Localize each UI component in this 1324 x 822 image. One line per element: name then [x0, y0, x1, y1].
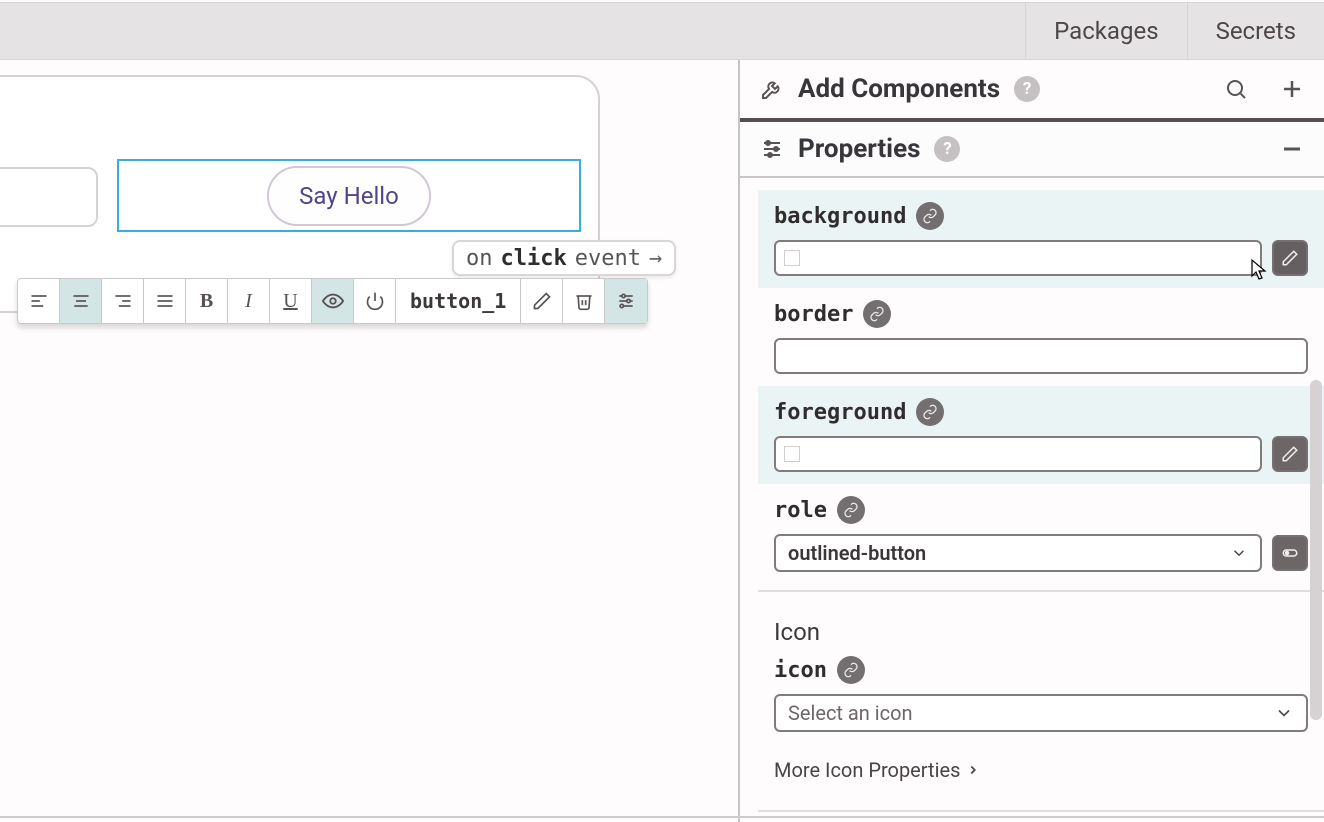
- icon-placeholder: Select an icon: [788, 701, 913, 725]
- align-center-button[interactable]: [60, 279, 102, 323]
- foreground-picker-button[interactable]: [1272, 436, 1308, 472]
- prop-foreground-label: foreground: [774, 400, 906, 425]
- wrench-icon: [760, 77, 784, 101]
- align-justify-button[interactable]: [144, 279, 186, 323]
- underline-button[interactable]: U: [270, 279, 312, 323]
- link-icon[interactable]: [863, 300, 891, 328]
- edit-button[interactable]: [521, 279, 563, 323]
- collapse-icon[interactable]: [1280, 137, 1304, 161]
- link-icon[interactable]: [916, 202, 944, 230]
- tab-secrets[interactable]: Secrets: [1187, 3, 1324, 59]
- bottom-divider: [0, 816, 1324, 818]
- plus-icon[interactable]: [1280, 77, 1304, 101]
- event-badge[interactable]: on click event →: [452, 240, 676, 276]
- event-name: click: [501, 246, 567, 271]
- prop-background: background: [758, 190, 1324, 288]
- scrollbar[interactable]: [1310, 380, 1322, 720]
- say-hello-button[interactable]: Say Hello: [267, 166, 431, 226]
- interaction-heading: Interaction: [758, 818, 1324, 822]
- arrow-right-icon: →: [649, 246, 662, 271]
- role-toggle-button[interactable]: [1272, 535, 1308, 571]
- design-canvas[interactable]: Say Hello on click event → B I U button_…: [0, 60, 738, 816]
- foreground-input[interactable]: [774, 436, 1262, 472]
- floating-toolbar: B I U button_1: [17, 278, 648, 324]
- prop-background-label: background: [774, 204, 906, 229]
- color-swatch: [784, 250, 800, 266]
- chevron-down-icon: [1274, 703, 1294, 723]
- prop-border-label: border: [774, 302, 853, 327]
- icon-section-heading: Icon: [758, 598, 1324, 652]
- divider: [758, 810, 1324, 812]
- prop-role-label: role: [774, 498, 827, 523]
- add-components-title: Add Components: [798, 74, 1000, 104]
- background-picker-button[interactable]: [1272, 240, 1308, 276]
- link-icon[interactable]: [837, 656, 865, 684]
- search-icon[interactable]: [1224, 77, 1248, 101]
- link-icon[interactable]: [837, 496, 865, 524]
- tab-packages[interactable]: Packages: [1025, 3, 1186, 59]
- chevron-right-icon: [966, 763, 980, 777]
- text-input-component[interactable]: [0, 167, 98, 227]
- role-value: outlined-button: [788, 541, 926, 565]
- background-input[interactable]: [774, 240, 1262, 276]
- italic-button[interactable]: I: [228, 279, 270, 323]
- more-icon-properties[interactable]: More Icon Properties: [758, 744, 1324, 804]
- link-icon[interactable]: [916, 398, 944, 426]
- role-select[interactable]: outlined-button: [774, 534, 1262, 572]
- delete-button[interactable]: [563, 279, 605, 323]
- visibility-button[interactable]: [312, 279, 354, 323]
- settings-button[interactable]: [605, 279, 647, 323]
- selected-component[interactable]: Say Hello: [117, 159, 581, 232]
- bold-button[interactable]: B: [186, 279, 228, 323]
- right-panel: Add Components ? Properties ? background: [738, 60, 1324, 822]
- top-bar: Packages Secrets: [0, 2, 1324, 60]
- component-name-label: button_1: [396, 279, 521, 323]
- sliders-icon: [760, 137, 784, 161]
- divider: [758, 590, 1324, 592]
- color-swatch: [784, 446, 800, 462]
- prop-icon-label: icon: [774, 658, 827, 683]
- border-input[interactable]: [774, 338, 1308, 374]
- align-right-button[interactable]: [102, 279, 144, 323]
- properties-header[interactable]: Properties ?: [740, 122, 1324, 178]
- prop-border: border: [758, 288, 1324, 386]
- more-icon-label: More Icon Properties: [774, 758, 960, 782]
- properties-title: Properties: [798, 134, 920, 164]
- prop-role: role outlined-button: [758, 484, 1324, 584]
- prop-foreground: foreground: [758, 386, 1324, 484]
- help-icon[interactable]: ?: [1014, 76, 1040, 102]
- add-components-header[interactable]: Add Components ?: [740, 60, 1324, 122]
- icon-select[interactable]: Select an icon: [774, 694, 1308, 732]
- align-left-button[interactable]: [18, 279, 60, 323]
- prop-icon: icon Select an icon: [758, 652, 1324, 744]
- chevron-down-icon: [1230, 544, 1248, 562]
- properties-body: background border: [740, 178, 1324, 822]
- help-icon[interactable]: ?: [934, 136, 960, 162]
- event-prefix: on: [466, 246, 493, 271]
- event-suffix: event: [575, 246, 641, 271]
- power-button[interactable]: [354, 279, 396, 323]
